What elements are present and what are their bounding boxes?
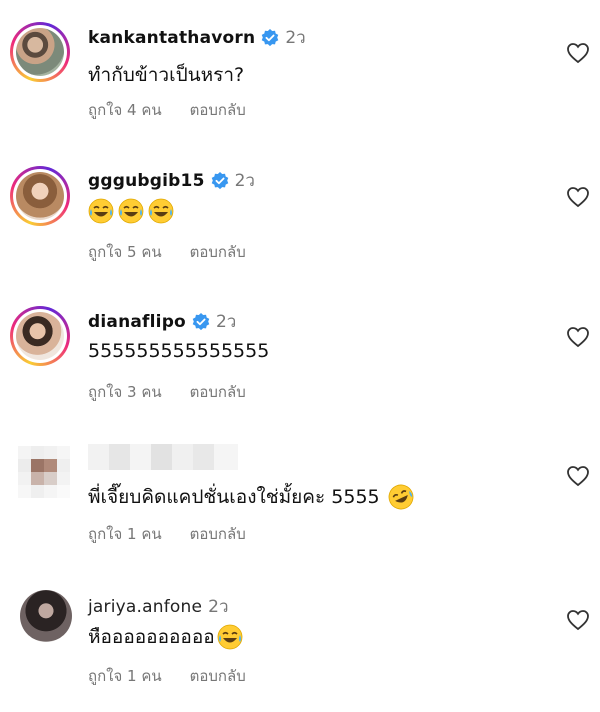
comment-time: 2ว [234,171,255,191]
comment-header: kankantathavorn 2ว [88,24,306,51]
comment-time: 2ว [208,597,229,617]
username[interactable]: kankantathavorn [88,28,255,48]
avatar[interactable] [10,166,70,226]
blurred-username [88,444,238,470]
comment-text [88,198,174,224]
avatar[interactable] [18,446,70,498]
heart-outline-icon[interactable] [566,609,590,631]
reply-button[interactable]: ตอบกลับ [190,240,246,264]
comment-header: jariya.anfone 2ว [88,593,229,620]
avatar-frame [13,169,67,223]
avatar[interactable] [10,306,70,366]
avatar-photo [16,312,64,360]
face-with-tears-of-joy-icon [217,624,243,650]
comment-meta: ถูกใจ 1 คน ตอบกลับ [88,522,246,546]
heart-outline-icon[interactable] [566,326,590,348]
heart-outline-icon[interactable] [566,465,590,487]
avatar-photo [16,28,64,76]
comment-header: dianaflipo 2ว [88,308,236,335]
username[interactable]: jariya.anfone [88,597,202,617]
avatar-frame [13,25,67,79]
reply-button[interactable]: ตอบกลับ [190,380,246,404]
face-with-tears-of-joy-icon [118,198,144,224]
rolling-on-the-floor-laughing-icon [388,484,414,510]
comment-meta: ถูกใจ 5 คน ตอบกลับ [88,240,246,264]
comment-meta: ถูกใจ 4 คน ตอบกลับ [88,98,246,122]
likes-count[interactable]: ถูกใจ 1 คน [88,664,162,688]
likes-count[interactable]: ถูกใจ 1 คน [88,522,162,546]
username[interactable]: dianaflipo [88,312,186,332]
comment-text: พี่เจี๊ยบคิดแคปชั่นเองใช่มั้ยคะ 5555 [88,482,414,512]
avatar-photo [16,172,64,220]
verified-badge-icon [192,312,210,330]
likes-count[interactable]: ถูกใจ 5 คน [88,240,162,264]
avatar[interactable] [20,590,72,642]
comment-time: 2ว [285,28,306,48]
avatar[interactable] [10,22,70,82]
likes-count[interactable]: ถูกใจ 4 คน [88,98,162,122]
reply-button[interactable]: ตอบกลับ [190,522,246,546]
heart-outline-icon[interactable] [566,42,590,64]
verified-badge-icon [262,28,279,46]
comment-text: ทำกับข้าวเป็นหรา? [88,64,245,86]
comment-text-content: หืออออออออออ [88,626,215,648]
likes-count[interactable]: ถูกใจ 3 คน [88,380,162,404]
username[interactable]: gggubgib15 [88,171,205,191]
verified-badge-icon [211,171,228,189]
comment-time: 2ว [215,312,237,332]
comment-text: หืออออออออออ [88,622,243,652]
comment-header: gggubgib15 2ว [88,167,255,194]
avatar-frame [13,309,67,363]
comment-meta: ถูกใจ 1 คน ตอบกลับ [88,664,246,688]
face-with-tears-of-joy-icon [88,198,114,224]
reply-button[interactable]: ตอบกลับ [190,664,246,688]
comment-text-content: พี่เจี๊ยบคิดแคปชั่นเองใช่มั้ยคะ 5555 [88,486,380,508]
comment-text: 555555555555555 [88,340,270,362]
comment-meta: ถูกใจ 3 คน ตอบกลับ [88,380,246,404]
heart-outline-icon[interactable] [566,186,590,208]
face-with-tears-of-joy-icon [148,198,174,224]
avatar-photo [20,590,72,642]
reply-button[interactable]: ตอบกลับ [190,98,246,122]
